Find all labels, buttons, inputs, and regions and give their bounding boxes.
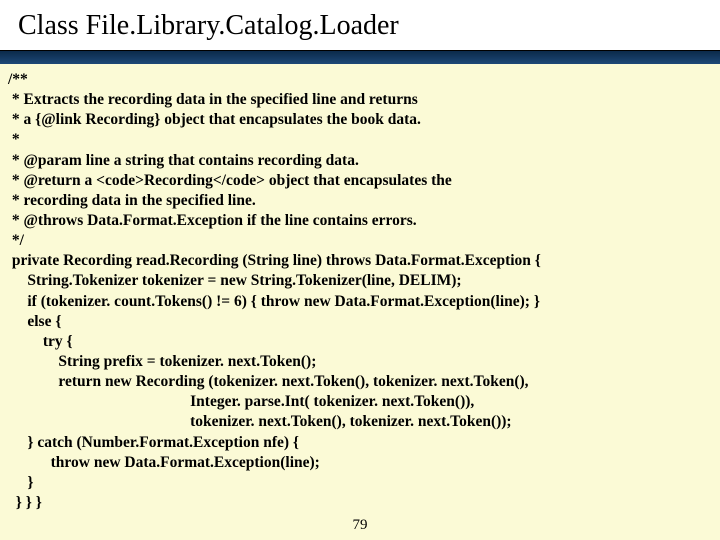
code-line: * @throws Data.Format.Exception if the l… <box>8 212 417 229</box>
page-number: 79 <box>0 517 720 534</box>
code-line: private Recording read.Recording (String… <box>8 252 541 269</box>
code-line: if (tokenizer. count.Tokens() != 6) { th… <box>8 293 540 310</box>
code-line: String.Tokenizer tokenizer = new String.… <box>8 272 462 289</box>
accent-bar <box>0 50 720 65</box>
code-line: * @param line a string that contains rec… <box>8 152 359 169</box>
code-line: * recording data in the specified line. <box>8 192 256 209</box>
code-line: Integer. parse.Int( tokenizer. next.Toke… <box>8 393 474 410</box>
code-line: try { <box>8 333 73 350</box>
code-line: * <box>8 131 20 148</box>
code-line: String prefix = tokenizer. next.Token(); <box>8 353 316 370</box>
slide: Class File.Library.Catalog.Loader /** * … <box>0 0 720 540</box>
code-line: } catch (Number.Format.Exception nfe) { <box>8 434 299 451</box>
code-line: throw new Data.Format.Exception(line); <box>8 454 320 471</box>
code-line: */ <box>8 232 24 249</box>
code-line: return new Recording (tokenizer. next.To… <box>8 373 529 390</box>
code-block: /** * Extracts the recording data in the… <box>0 64 720 540</box>
slide-title: Class File.Library.Catalog.Loader <box>18 10 399 42</box>
code-line: * Extracts the recording data in the spe… <box>8 91 418 108</box>
code-line: /** <box>8 71 28 88</box>
code-line: else { <box>8 313 61 330</box>
code-line: } <box>8 474 33 491</box>
code-line: } } } <box>8 494 42 511</box>
code-line: * a {@link Recording} object that encaps… <box>8 111 421 128</box>
code-line: * @return a <code>Recording</code> objec… <box>8 172 452 189</box>
code-line: tokenizer. next.Token(), tokenizer. next… <box>8 413 512 430</box>
